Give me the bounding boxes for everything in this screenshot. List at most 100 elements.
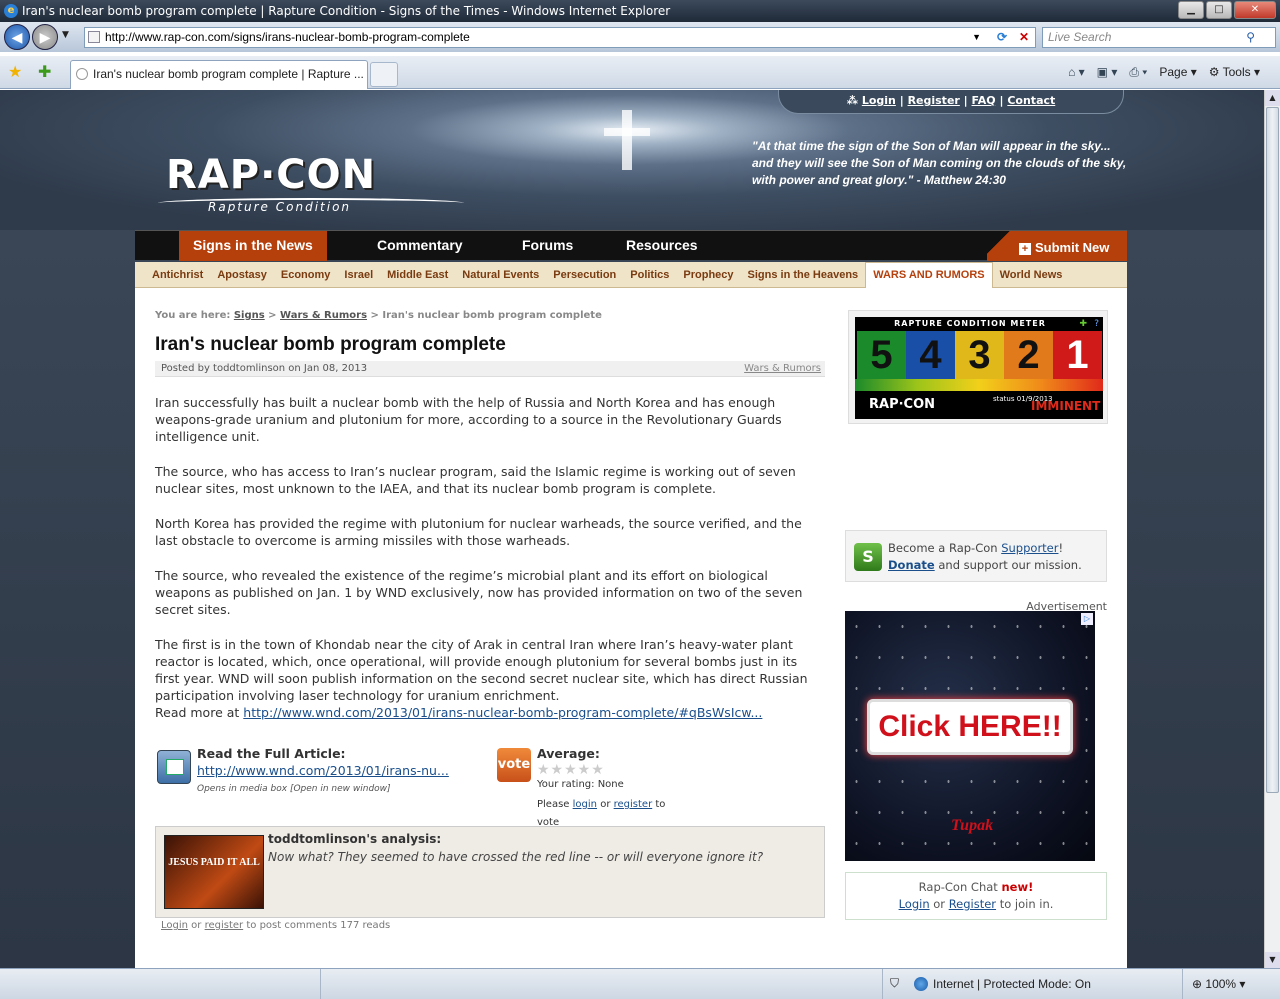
- scroll-up-arrow[interactable]: ▲: [1265, 90, 1280, 106]
- stop-icon[interactable]: ✕: [1019, 28, 1029, 47]
- cat-prophecy[interactable]: Prophecy: [676, 269, 740, 281]
- meter-plus-icon[interactable]: ✚: [1079, 319, 1087, 329]
- vote-icon: vote: [497, 748, 531, 782]
- category-nav: Antichrist Apostasy Economy Israel Middl…: [135, 261, 1127, 288]
- search-placeholder: Live Search: [1048, 30, 1112, 44]
- home-icon[interactable]: ⌂ ▾: [1068, 65, 1085, 79]
- navigation-bar: ◀ ▶ ▼ http://www.rap-con.com/signs/irans…: [0, 22, 1280, 52]
- faq-link[interactable]: FAQ: [972, 94, 996, 107]
- site-logo[interactable]: RAP·CON: [166, 152, 376, 198]
- comments-register-link[interactable]: register: [205, 920, 244, 931]
- read-more: Read more at http://www.wnd.com/2013/01/…: [155, 704, 815, 721]
- register-link[interactable]: Register: [908, 94, 960, 107]
- cat-politics[interactable]: Politics: [623, 269, 676, 281]
- breadcrumb-current: Iran's nuclear bomb program complete: [382, 310, 602, 321]
- breadcrumb-wars-rumors[interactable]: Wars & Rumors: [280, 310, 367, 321]
- article-paragraph: The source, who revealed the existence o…: [155, 568, 803, 617]
- cat-israel[interactable]: Israel: [337, 269, 380, 281]
- cat-antichrist[interactable]: Antichrist: [145, 269, 210, 281]
- cat-natural-events[interactable]: Natural Events: [455, 269, 546, 281]
- contact-link[interactable]: Contact: [1007, 94, 1055, 107]
- meter-level-5: 5: [857, 331, 906, 379]
- advertisement-banner[interactable]: ▷ Click HERE!! Tupak: [845, 611, 1095, 861]
- ie-icon: e: [4, 4, 18, 18]
- page-menu[interactable]: Page ▾: [1159, 65, 1196, 79]
- close-button[interactable]: ✕: [1234, 1, 1276, 19]
- cross-graphic-bar: [604, 128, 650, 136]
- print-icon[interactable]: ⎙ ▾: [1129, 65, 1147, 80]
- user-icon: ⁂: [846, 94, 858, 107]
- minimize-button[interactable]: ▁: [1178, 1, 1204, 19]
- main-content: You are here: Signs > Wars & Rumors > Ir…: [135, 288, 1127, 968]
- meter-title: RAPTURE CONDITION METER: [894, 319, 1046, 328]
- add-favorites-icon[interactable]: ✚: [38, 62, 51, 81]
- address-dropdown-icon[interactable]: ▼: [972, 28, 981, 47]
- donate-rest: and support our mission.: [938, 558, 1082, 572]
- submit-new-label: Submit New: [1035, 240, 1110, 255]
- status-divider: [1182, 969, 1183, 999]
- login-link[interactable]: Login: [862, 94, 896, 107]
- protected-mode-icon[interactable]: ⛉: [890, 976, 899, 991]
- zoom-level[interactable]: ⊕ 100% ▾: [1192, 977, 1245, 991]
- chat-register-link[interactable]: Register: [949, 897, 996, 911]
- rapture-meter[interactable]: RAPTURE CONDITION METER ✚ ? 5 4 3 2 1 RA…: [848, 310, 1108, 424]
- rating-stars[interactable]: ★★★★★: [537, 762, 605, 778]
- tools-menu[interactable]: ⚙ Tools ▾: [1209, 65, 1260, 79]
- donate-link[interactable]: Donate: [888, 558, 935, 572]
- forward-button[interactable]: ▶: [32, 24, 58, 50]
- search-input[interactable]: Live Search ⚲: [1042, 27, 1276, 48]
- article-paragraph: North Korea has provided the regime with…: [155, 516, 802, 548]
- refresh-icon[interactable]: ⟳: [997, 28, 1007, 47]
- chat-box: Rap-Con Chat new! Login or Register to j…: [845, 872, 1107, 920]
- scroll-thumb[interactable]: [1266, 107, 1279, 793]
- article-meta: Posted by toddtomlinson on Jan 08, 2013 …: [155, 361, 825, 377]
- ad-brand: Tupak: [951, 817, 994, 834]
- comments-login-link[interactable]: Login: [161, 920, 188, 931]
- vote-register-link[interactable]: register: [614, 799, 653, 810]
- meter-help-icon[interactable]: ?: [1094, 319, 1099, 329]
- chat-or: or: [933, 897, 946, 911]
- cat-world-news[interactable]: World News: [993, 269, 1070, 281]
- chat-login-link[interactable]: Login: [899, 897, 930, 911]
- breadcrumb-signs[interactable]: Signs: [234, 310, 265, 321]
- search-icon[interactable]: ⚲: [1246, 28, 1255, 47]
- feeds-icon[interactable]: ▣ ▾: [1097, 65, 1118, 79]
- cat-persecution[interactable]: Persecution: [546, 269, 623, 281]
- scroll-down-arrow[interactable]: ▼: [1265, 952, 1280, 968]
- cat-middle-east[interactable]: Middle East: [380, 269, 455, 281]
- article-category-link[interactable]: Wars & Rumors: [744, 361, 821, 377]
- maximize-button[interactable]: □: [1206, 1, 1232, 19]
- back-button[interactable]: ◀: [4, 24, 30, 50]
- nav-forums[interactable]: Forums: [522, 231, 573, 261]
- nav-signs-in-the-news[interactable]: Signs in the News: [179, 231, 327, 261]
- new-tab-button[interactable]: [370, 62, 398, 87]
- history-dropdown-icon[interactable]: ▼: [62, 30, 69, 40]
- supporter-icon: S: [854, 543, 882, 571]
- vertical-scrollbar[interactable]: ▲ ▼: [1264, 90, 1280, 968]
- read-more-link[interactable]: http://www.wnd.com/2013/01/irans-nuclear…: [243, 705, 762, 720]
- media-box-icon[interactable]: [157, 750, 191, 784]
- cat-apostasy[interactable]: Apostasy: [210, 269, 274, 281]
- breadcrumb: You are here: Signs > Wars & Rumors > Ir…: [155, 310, 602, 321]
- nav-commentary[interactable]: Commentary: [377, 231, 463, 261]
- adchoices-icon[interactable]: ▷: [1081, 613, 1093, 625]
- nav-resources[interactable]: Resources: [626, 231, 698, 261]
- vote-login-link[interactable]: login: [573, 799, 597, 810]
- cat-signs-in-the-heavens[interactable]: Signs in the Heavens: [741, 269, 866, 281]
- submit-new-button[interactable]: + Submit New: [987, 231, 1127, 261]
- ad-click-here[interactable]: Click HERE!!: [867, 699, 1073, 755]
- favorites-star-icon[interactable]: ★: [8, 62, 22, 81]
- full-article-link[interactable]: http://www.wnd.com/2013/01/irans-nu...: [197, 763, 449, 778]
- analysis-box: JESUS PAID IT ALL toddtomlinson's analys…: [155, 826, 825, 918]
- tab-bar: ★ ✚ Iran's nuclear bomb program complete…: [0, 56, 1280, 89]
- breadcrumb-prefix: You are here:: [155, 310, 231, 321]
- cat-wars-and-rumors[interactable]: WARS AND RUMORS: [865, 261, 993, 288]
- address-text: http://www.rap-con.com/signs/irans-nucle…: [105, 30, 470, 44]
- read-full-label: Read the Full Article:: [197, 746, 346, 761]
- security-zone[interactable]: Internet | Protected Mode: On: [933, 977, 1091, 991]
- supporter-link[interactable]: Supporter: [1001, 541, 1058, 555]
- tab-current[interactable]: Iran's nuclear bomb program complete | R…: [70, 60, 368, 89]
- cat-economy[interactable]: Economy: [274, 269, 338, 281]
- meter-gradient-bar: [855, 379, 1103, 391]
- address-bar[interactable]: http://www.rap-con.com/signs/irans-nucle…: [84, 27, 1036, 48]
